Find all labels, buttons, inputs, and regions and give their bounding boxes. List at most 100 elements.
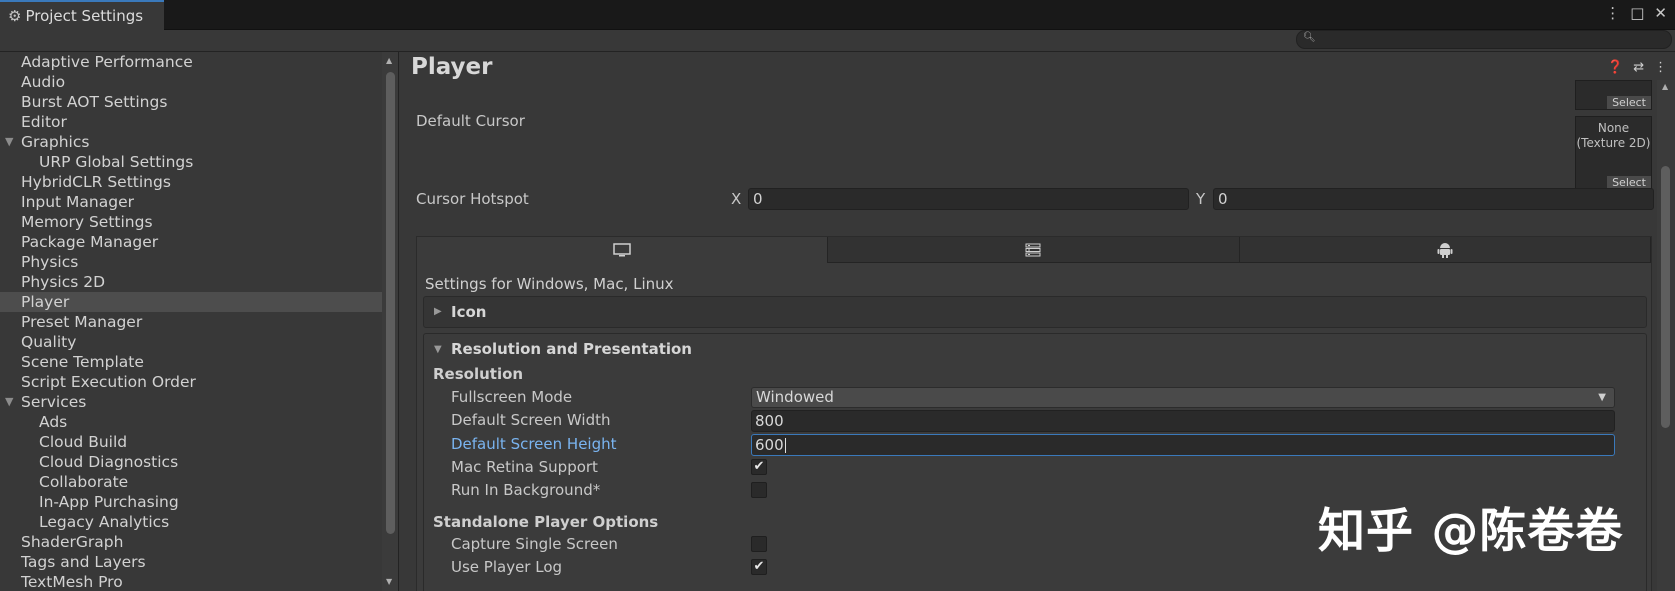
fullscreen-mode-dropdown[interactable]: Windowed ▼ bbox=[751, 387, 1615, 408]
window-menu-icon[interactable]: ⋮ bbox=[1605, 4, 1620, 22]
capture-single-screen-label: Capture Single Screen bbox=[451, 535, 618, 553]
default-height-value: 600 bbox=[755, 436, 784, 454]
run-in-background-label: Run In Background* bbox=[451, 481, 601, 499]
texture-value: None bbox=[1597, 121, 1630, 135]
scroll-up-icon[interactable]: ▲ bbox=[1662, 82, 1668, 91]
sidebar-item-cloud-diagnostics[interactable]: Cloud Diagnostics bbox=[0, 452, 398, 472]
sidebar-scrollbar[interactable]: ▲ ▼ bbox=[382, 52, 398, 591]
sidebar-item-tags-and-layers[interactable]: Tags and Layers bbox=[0, 552, 398, 572]
sidebar-item-services[interactable]: ▼ Services bbox=[0, 392, 398, 412]
preset-icon[interactable]: ⇄ bbox=[1633, 60, 1644, 75]
text-cursor bbox=[784, 438, 786, 453]
window-controls: ⋮ □ ✕ bbox=[1605, 4, 1667, 22]
default-cursor-texture[interactable]: None (Texture 2D) Select bbox=[1575, 116, 1652, 190]
maximize-icon[interactable]: □ bbox=[1630, 4, 1644, 22]
scroll-down-icon[interactable]: ▼ bbox=[386, 577, 392, 586]
chevron-right-icon: ▶ bbox=[434, 306, 442, 317]
menu-icon[interactable]: ⋮ bbox=[1654, 60, 1667, 75]
resolution-foldout[interactable]: ▼ Resolution and Presentation bbox=[424, 334, 1646, 364]
sidebar-item-audio[interactable]: Audio bbox=[0, 72, 398, 92]
sidebar-item-preset-manager[interactable]: Preset Manager bbox=[0, 312, 398, 332]
run-in-background-checkbox[interactable] bbox=[751, 482, 767, 498]
fullscreen-mode-label: Fullscreen Mode bbox=[451, 388, 573, 406]
sidebar-scroll-thumb[interactable] bbox=[386, 72, 395, 534]
texture-type: (Texture 2D) bbox=[1576, 136, 1651, 150]
default-width-input[interactable]: 800 bbox=[751, 410, 1615, 432]
sidebar-item-label: Physics 2D bbox=[21, 273, 106, 291]
default-height-input[interactable]: 600 bbox=[751, 434, 1615, 456]
tab-android[interactable] bbox=[1239, 237, 1651, 263]
sidebar-item-editor[interactable]: Editor bbox=[0, 112, 398, 132]
sidebar-item-adaptive-performance[interactable]: Adaptive Performance bbox=[0, 52, 398, 72]
capture-single-screen-checkbox[interactable] bbox=[751, 536, 767, 552]
resolution-header: Resolution bbox=[433, 365, 524, 383]
chevron-down-icon[interactable]: ▼ bbox=[5, 132, 13, 152]
sidebar-item-shadergraph[interactable]: ShaderGraph bbox=[0, 532, 398, 552]
chevron-down-icon[interactable]: ▼ bbox=[5, 392, 13, 412]
sidebar-item-label: TextMesh Pro bbox=[21, 573, 123, 591]
sidebar-item-textmesh-pro[interactable]: TextMesh Pro bbox=[0, 572, 398, 591]
sidebar-item-label: Graphics bbox=[21, 133, 90, 151]
sidebar-item-collaborate[interactable]: Collaborate bbox=[0, 472, 398, 492]
icon-section-title: Icon bbox=[451, 303, 487, 321]
sidebar-item-scene-template[interactable]: Scene Template bbox=[0, 352, 398, 372]
sidebar-item-legacy-analytics[interactable]: Legacy Analytics bbox=[0, 512, 398, 532]
sidebar-item-label: Ads bbox=[39, 413, 68, 431]
header-icons: ❓ ⇄ ⋮ bbox=[1607, 60, 1667, 75]
desktop-icon bbox=[613, 243, 631, 257]
hotspot-x-input[interactable]: 0 bbox=[748, 188, 1189, 210]
sidebar-item-label: Collaborate bbox=[39, 473, 129, 491]
sidebar-item-burst-aot-settings[interactable]: Burst AOT Settings bbox=[0, 92, 398, 112]
sidebar-item-label: HybridCLR Settings bbox=[21, 173, 171, 191]
sidebar-item-physics[interactable]: Physics bbox=[0, 252, 398, 272]
scroll-up-icon[interactable]: ▲ bbox=[386, 56, 392, 65]
mac-retina-checkbox[interactable]: ✔ bbox=[751, 459, 767, 475]
sidebar-item-label: Package Manager bbox=[21, 233, 159, 251]
tab-dedicated-server[interactable] bbox=[828, 237, 1240, 263]
main-scrollbar[interactable]: ▲ bbox=[1657, 80, 1675, 591]
sidebar-item-label: Adaptive Performance bbox=[21, 53, 193, 71]
android-icon bbox=[1437, 242, 1453, 258]
sidebar-item-ads[interactable]: Ads bbox=[0, 412, 398, 432]
sidebar-item-in-app-purchasing[interactable]: In-App Purchasing bbox=[0, 492, 398, 512]
sidebar-item-physics-2d[interactable]: Physics 2D bbox=[0, 272, 398, 292]
sidebar-item-cloud-build[interactable]: Cloud Build bbox=[0, 432, 398, 452]
sidebar-item-hybridclr-settings[interactable]: HybridCLR Settings bbox=[0, 172, 398, 192]
sidebar-item-label: Script Execution Order bbox=[21, 373, 196, 391]
sidebar-item-label: Services bbox=[21, 393, 87, 411]
sidebar-item-label: Physics bbox=[21, 253, 79, 271]
tab-desktop[interactable] bbox=[417, 237, 829, 263]
use-player-log-checkbox[interactable]: ✔ bbox=[751, 559, 767, 575]
settings-for-label: Settings for Windows, Mac, Linux bbox=[425, 275, 674, 293]
sidebar-item-label: Editor bbox=[21, 113, 67, 131]
sidebar-item-graphics[interactable]: ▼ Graphics bbox=[0, 132, 398, 152]
sidebar-item-quality[interactable]: Quality bbox=[0, 332, 398, 352]
help-icon[interactable]: ❓ bbox=[1607, 60, 1623, 75]
sidebar-item-script-execution-order[interactable]: Script Execution Order bbox=[0, 372, 398, 392]
sidebar-item-label: Cloud Build bbox=[39, 433, 128, 451]
settings-sidebar: Adaptive Performance Audio Burst AOT Setti… bbox=[0, 52, 399, 591]
hotspot-y-input[interactable]: 0 bbox=[1213, 188, 1654, 210]
default-cursor-label: Default Cursor bbox=[416, 112, 525, 130]
main-scroll-thumb[interactable] bbox=[1661, 166, 1670, 428]
standalone-header: Standalone Player Options bbox=[433, 513, 659, 531]
sidebar-item-label: URP Global Settings bbox=[39, 153, 194, 171]
server-icon bbox=[1025, 243, 1041, 256]
close-icon[interactable]: ✕ bbox=[1654, 4, 1667, 22]
watermark: 知乎 @陈卷卷 bbox=[1318, 504, 1624, 559]
sidebar-item-urp-global-settings[interactable]: URP Global Settings bbox=[0, 152, 398, 172]
icon-foldout[interactable]: ▶ Icon bbox=[423, 296, 1647, 328]
project-settings-tab[interactable]: ⚙ Project Settings bbox=[0, 0, 164, 30]
sidebar-item-player[interactable]: Player bbox=[0, 292, 398, 312]
sidebar-item-label: Legacy Analytics bbox=[39, 513, 170, 531]
search-input[interactable]: 🔍︎ bbox=[1296, 30, 1672, 49]
sidebar-item-memory-settings[interactable]: Memory Settings bbox=[0, 212, 398, 232]
sidebar-item-label: Quality bbox=[21, 333, 77, 351]
sidebar-item-label: Memory Settings bbox=[21, 213, 153, 231]
tab-title: Project Settings bbox=[25, 7, 144, 25]
sidebar-item-label: Burst AOT Settings bbox=[21, 93, 168, 111]
texture-slot-partial[interactable]: Select bbox=[1575, 80, 1652, 110]
sidebar-item-input-manager[interactable]: Input Manager bbox=[0, 192, 398, 212]
sidebar-item-package-manager[interactable]: Package Manager bbox=[0, 232, 398, 252]
select-button[interactable]: Select bbox=[1607, 96, 1651, 109]
